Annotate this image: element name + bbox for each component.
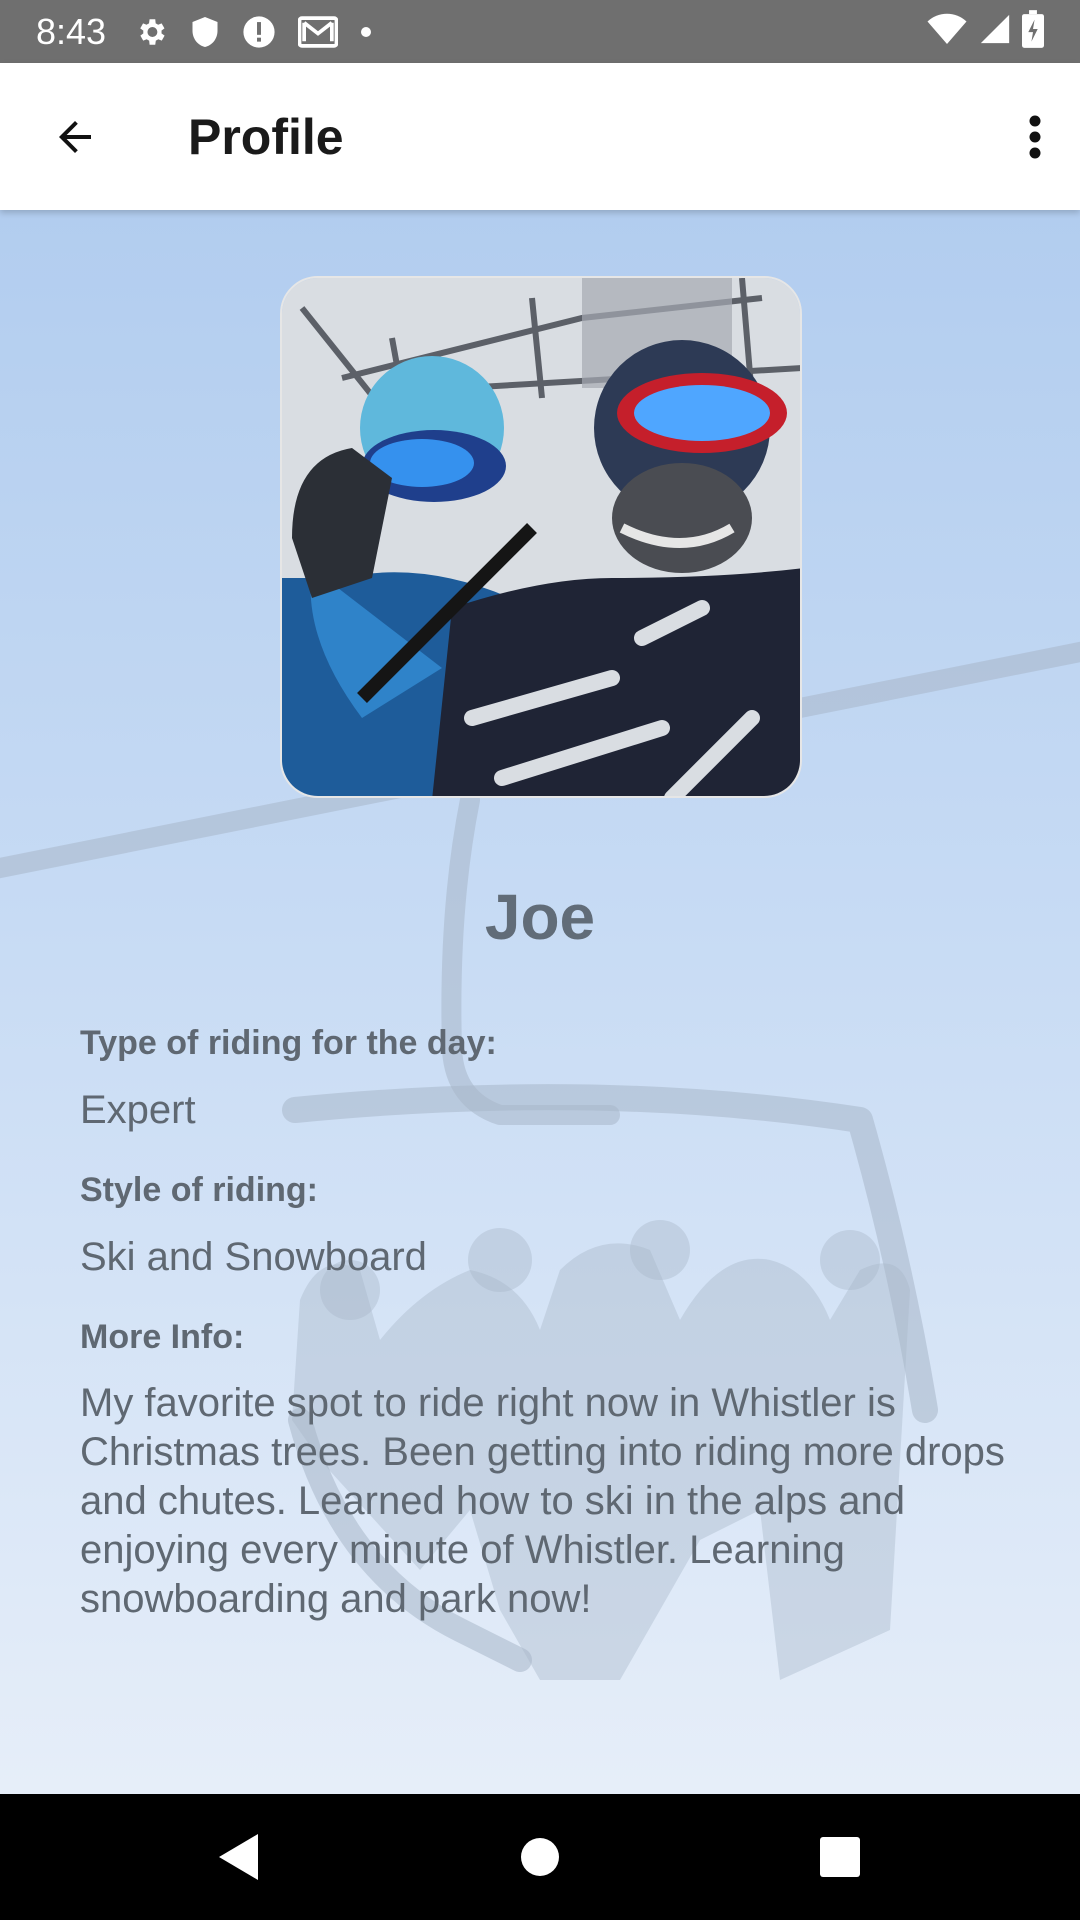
riding-type-value: Expert	[80, 1088, 196, 1132]
app-bar: Profile	[0, 63, 1080, 210]
profile-photo	[280, 276, 802, 798]
shield-icon	[190, 15, 220, 49]
home-circle-icon	[521, 1838, 559, 1876]
battery-charging-icon	[1022, 10, 1044, 53]
screen: 8:43 Profile Joe Type of riding for the …	[0, 0, 1080, 1920]
status-system-icons	[926, 10, 1044, 53]
riding-style-label: Style of riding:	[80, 1171, 318, 1209]
more-info-value: My favorite spot to ride right now in Wh…	[80, 1381, 1005, 1621]
profile-name: Joe	[484, 881, 596, 953]
gmail-icon	[298, 15, 339, 48]
arrow-back-icon	[59, 120, 91, 153]
more-info-label: More Info:	[80, 1318, 245, 1356]
alert-icon	[242, 15, 276, 49]
nav-back-button[interactable]	[208, 1827, 268, 1887]
overflow-menu-button[interactable]	[990, 82, 1080, 192]
profile-content: Joe Type of riding for the day: Expert S…	[0, 210, 1080, 1794]
dot-icon	[360, 26, 372, 38]
recents-square-icon	[820, 1837, 860, 1877]
status-bar: 8:43	[0, 0, 1080, 63]
wifi-icon	[926, 12, 968, 51]
nav-recents-button[interactable]	[810, 1827, 870, 1887]
riding-style-value: Ski and Snowboard	[80, 1235, 427, 1279]
settings-icon	[134, 15, 168, 49]
status-notification-icons	[134, 15, 372, 49]
more-vert-icon	[1029, 115, 1041, 158]
status-time: 8:43	[36, 10, 107, 52]
back-button[interactable]	[20, 82, 130, 192]
cell-signal-icon	[978, 12, 1012, 51]
back-triangle-icon	[219, 1834, 258, 1880]
nav-home-button[interactable]	[510, 1827, 570, 1887]
system-nav-bar	[0, 1794, 1080, 1920]
page-title: Profile	[188, 108, 344, 165]
riding-type-label: Type of riding for the day:	[80, 1024, 497, 1062]
